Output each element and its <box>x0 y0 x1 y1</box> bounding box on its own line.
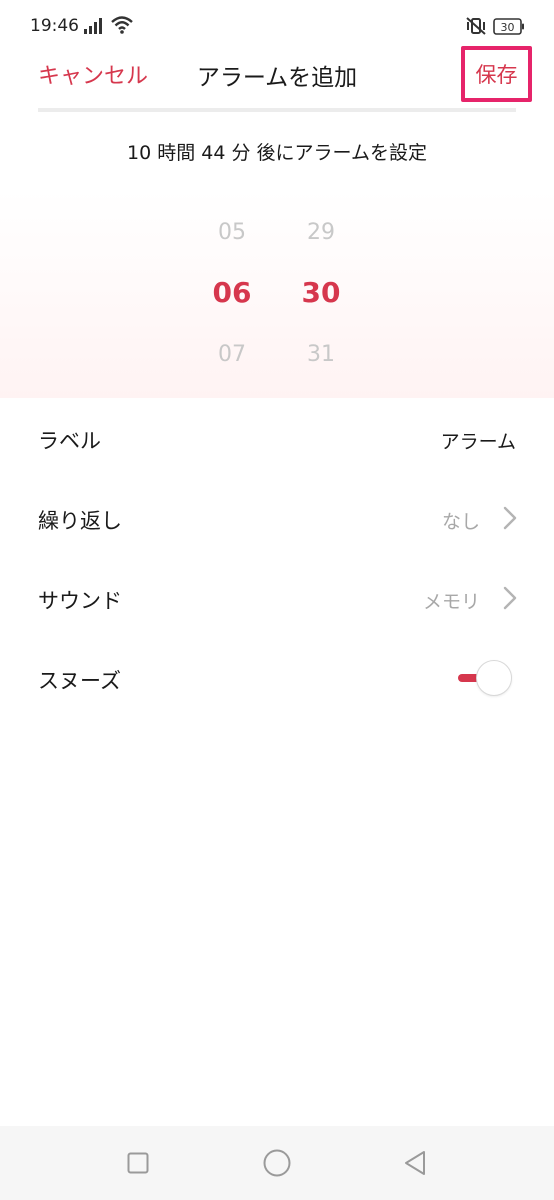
hour-next[interactable]: 07 <box>192 342 272 367</box>
vibrate-off-icon <box>466 17 486 35</box>
snooze-toggle[interactable] <box>454 660 516 696</box>
label-row[interactable]: ラベル アラーム <box>0 398 554 478</box>
minute-next[interactable]: 31 <box>281 342 361 367</box>
hour-selected[interactable]: 06 <box>192 276 272 309</box>
recent-apps-icon[interactable] <box>127 1152 149 1174</box>
header: キャンセル アラームを追加 保存 <box>0 46 554 110</box>
hour-prev[interactable]: 05 <box>192 220 272 245</box>
sound-row-value: メモリ <box>422 591 480 613</box>
system-nav-bar <box>0 1126 554 1200</box>
sound-row[interactable]: サウンド メモリ <box>0 558 554 638</box>
alarm-settings: ラベル アラーム 繰り返し なし サウンド メモリ スヌーズ <box>0 398 554 718</box>
label-row-value: アラーム <box>440 431 516 453</box>
battery-level: 30 <box>501 21 515 34</box>
sound-row-title: サウンド <box>38 589 122 613</box>
repeat-row[interactable]: 繰り返し なし <box>0 478 554 558</box>
status-time: 19:46 <box>30 16 79 36</box>
hour-wheel[interactable]: 05 06 07 <box>192 190 272 398</box>
battery-icon: 30 <box>493 18 524 35</box>
time-picker: 05 06 07 29 30 31 <box>0 190 554 398</box>
wifi-icon <box>111 16 133 34</box>
home-icon[interactable] <box>263 1149 291 1177</box>
save-button[interactable]: 保存 <box>461 46 532 102</box>
chevron-right-icon <box>503 506 517 530</box>
minute-selected[interactable]: 30 <box>281 276 361 309</box>
header-divider <box>38 108 516 112</box>
minute-wheel[interactable]: 29 30 31 <box>281 190 361 398</box>
repeat-row-value: なし <box>441 511 480 533</box>
remaining-time-text: 10 時間 44 分 後にアラームを設定 <box>127 142 427 164</box>
signal-icon <box>84 18 102 34</box>
back-icon[interactable] <box>403 1150 427 1176</box>
cancel-button[interactable]: キャンセル <box>38 58 148 90</box>
snooze-row-title: スヌーズ <box>38 669 121 693</box>
chevron-right-icon <box>503 586 517 610</box>
snooze-row: スヌーズ <box>0 638 554 718</box>
label-row-title: ラベル <box>38 429 101 453</box>
snooze-toggle-knob <box>476 660 512 696</box>
minute-prev[interactable]: 29 <box>281 220 361 245</box>
repeat-row-title: 繰り返し <box>38 509 122 533</box>
